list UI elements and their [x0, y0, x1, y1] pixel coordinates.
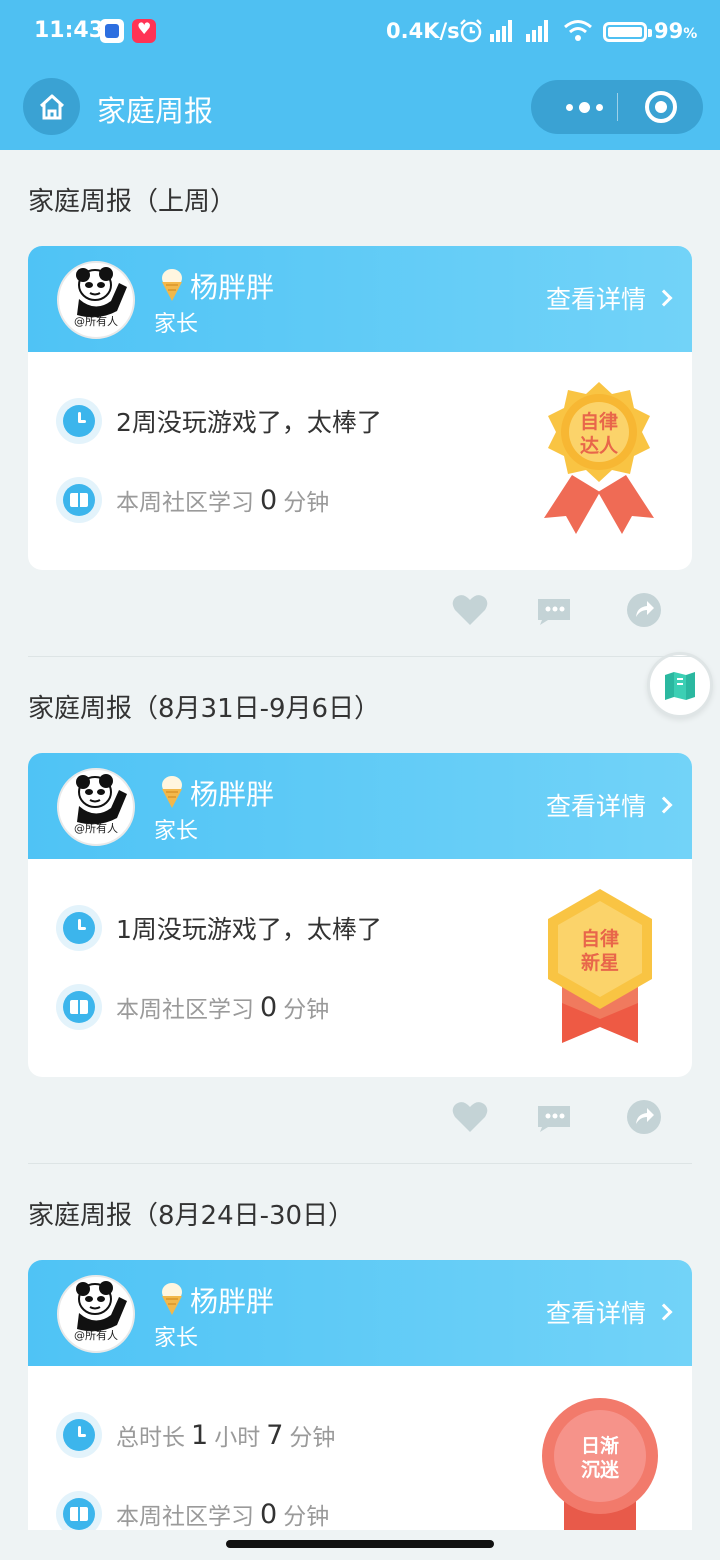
heart-icon[interactable] — [450, 590, 490, 630]
avatar[interactable]: @所有人 — [57, 768, 135, 846]
study-unit: 分钟 — [283, 490, 330, 516]
badge-text-1: 日渐 — [581, 1434, 619, 1457]
user-name: 杨胖胖 — [190, 1285, 275, 1318]
alarm-icon — [460, 19, 482, 43]
study-value: 0 — [260, 484, 278, 516]
status-bar: 11:43 0.4K/s 99% — [0, 0, 720, 64]
avatar-caption: @所有人 — [74, 1329, 118, 1342]
home-button[interactable] — [23, 78, 80, 135]
status-time: 11:43 — [34, 18, 105, 43]
report-title: 家庭周报（8月24日-30日） — [28, 1201, 355, 1231]
study-value: 0 — [260, 1498, 278, 1530]
comment-icon[interactable] — [534, 590, 574, 630]
badge-text-2: 达人 — [580, 434, 619, 457]
ice-cream-icon — [162, 269, 182, 301]
view-details-label: 查看详情 — [545, 285, 646, 314]
duration-hours-unit: 小时 — [214, 1425, 261, 1451]
close-miniprogram-button[interactable] — [645, 91, 677, 123]
clock-icon — [56, 905, 102, 951]
app-notification-icon — [100, 19, 124, 43]
report-section: 家庭周报（8月24日-30日） @所有人 杨胖胖 家长 查看详情 总时长 1 小… — [28, 1196, 692, 1560]
heart-app-icon — [132, 19, 156, 43]
battery-icon — [603, 22, 652, 42]
study-label: 本周社区学习 — [116, 997, 254, 1023]
home-icon — [39, 94, 64, 119]
card-header: @所有人 杨胖胖 家长 查看详情 — [28, 1260, 692, 1366]
more-button[interactable] — [554, 80, 614, 134]
duration-label: 总时长 — [116, 1425, 185, 1451]
top-bar: 11:43 0.4K/s 99% 家庭周报 — [0, 0, 720, 150]
view-details-label: 查看详情 — [545, 1299, 646, 1328]
user-role: 家长 — [154, 312, 199, 337]
report-card: @所有人 杨胖胖 家长 查看详情 总时长 1 小时 7 分钟 本周社区学习 0 … — [28, 1260, 692, 1560]
duration-hours: 1 — [191, 1419, 209, 1451]
chevron-right-icon — [655, 796, 673, 814]
ice-cream-icon — [162, 1283, 182, 1315]
user-role: 家长 — [154, 819, 199, 844]
avatar[interactable]: @所有人 — [57, 261, 135, 339]
study-label: 本周社区学习 — [116, 1504, 254, 1530]
avatar-caption: @所有人 — [74, 822, 118, 835]
report-section: 家庭周报（8月31日-9月6日） @所有人 杨胖胖 家长 查看详情 1周没玩游戏… — [28, 689, 692, 1164]
weekly-stat-row: 2周没玩游戏了，太棒了 — [56, 398, 382, 444]
study-stat-row: 本周社区学习 0 分钟 — [56, 477, 329, 523]
study-value: 0 — [260, 991, 278, 1023]
avatar-caption: @所有人 — [74, 315, 118, 328]
battery-level: 99% — [654, 19, 698, 43]
card-header: @所有人 杨胖胖 家长 查看详情 — [28, 246, 692, 352]
badge-text-2: 新星 — [581, 951, 619, 974]
study-label: 本周社区学习 — [116, 490, 254, 516]
network-speed: 0.4K/s — [386, 19, 460, 43]
wifi-icon — [564, 20, 592, 41]
card-header: @所有人 杨胖胖 家长 查看详情 — [28, 753, 692, 859]
signal-icon — [490, 20, 516, 42]
signal-icon-2 — [526, 20, 552, 42]
stat-text: 1周没玩游戏了，太棒了 — [116, 915, 382, 944]
badge-text-1: 自律 — [580, 410, 618, 433]
total-duration-row: 总时长 1 小时 7 分钟 — [56, 1412, 335, 1458]
view-details-link[interactable]: 查看详情 — [545, 1294, 673, 1330]
user-name: 杨胖胖 — [190, 271, 275, 304]
home-indicator[interactable] — [226, 1540, 494, 1548]
study-unit: 分钟 — [283, 1504, 330, 1530]
view-details-link[interactable]: 查看详情 — [545, 787, 673, 823]
clock-icon — [56, 398, 102, 444]
weekly-stat-row: 1周没玩游戏了，太棒了 — [56, 905, 382, 951]
view-details-label: 查看详情 — [545, 792, 646, 821]
user-role: 家长 — [154, 1326, 199, 1351]
study-stat-row: 本周社区学习 0 分钟 — [56, 984, 329, 1030]
report-card: @所有人 杨胖胖 家长 查看详情 2周没玩游戏了，太棒了 本周社区学习 0 分钟 — [28, 246, 692, 570]
action-bar — [28, 590, 692, 640]
report-section: 家庭周报（上周） @所有人 杨胖胖 家长 查看详情 2周没玩游戏了，太棒了 本周… — [28, 182, 692, 657]
view-details-link[interactable]: 查看详情 — [545, 280, 673, 316]
clock-icon — [56, 1412, 102, 1458]
report-card: @所有人 杨胖胖 家长 查看详情 1周没玩游戏了，太棒了 本周社区学习 0 分钟 — [28, 753, 692, 1077]
chevron-right-icon — [655, 1303, 673, 1321]
chevron-right-icon — [655, 289, 673, 307]
duration-minutes: 7 — [266, 1419, 284, 1451]
page-title: 家庭周报 — [97, 94, 214, 128]
self-discipline-newstar-badge: 自律 新星 — [548, 889, 652, 1043]
heart-icon[interactable] — [450, 1097, 490, 1137]
stat-text: 2周没玩游戏了，太棒了 — [116, 408, 382, 437]
ice-cream-icon — [162, 776, 182, 808]
miniprogram-capsule — [531, 80, 703, 134]
study-unit: 分钟 — [283, 997, 330, 1023]
badge-text-2: 沉迷 — [581, 1459, 620, 1481]
share-icon[interactable] — [624, 1097, 664, 1137]
comment-icon[interactable] — [534, 1097, 574, 1137]
avatar[interactable]: @所有人 — [57, 1275, 135, 1353]
report-title: 家庭周报（上周） — [28, 187, 237, 217]
book-icon — [56, 477, 102, 523]
share-icon[interactable] — [624, 590, 664, 630]
report-title: 家庭周报（8月31日-9月6日） — [28, 694, 381, 724]
user-name: 杨胖胖 — [190, 778, 275, 811]
badge-text-1: 自律 — [581, 927, 619, 950]
book-icon — [56, 984, 102, 1030]
action-bar — [28, 1097, 692, 1147]
self-discipline-master-badge: 自律 达人 — [544, 382, 654, 534]
duration-minutes-unit: 分钟 — [289, 1425, 336, 1451]
